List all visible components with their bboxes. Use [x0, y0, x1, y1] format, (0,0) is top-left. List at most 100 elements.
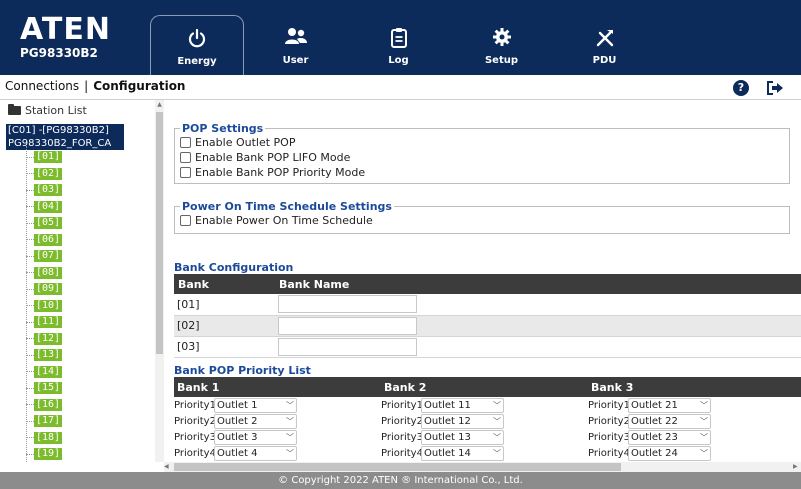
- checkbox[interactable]: [180, 167, 191, 178]
- breadcrumb-configuration[interactable]: Configuration: [93, 79, 185, 93]
- scroll-up-icon[interactable]: ▲: [155, 100, 164, 110]
- bank-name-input[interactable]: [278, 337, 417, 356]
- priority-cell: Priority1 Outlet 1 ﹀: [174, 397, 381, 413]
- outlet-select[interactable]: Outlet 23 ﹀: [628, 429, 711, 445]
- priority-cell: Priority4 Outlet 24 ﹀: [588, 445, 801, 461]
- station-list-title[interactable]: Station List: [8, 104, 87, 117]
- tools-icon: [553, 27, 656, 49]
- bank-pop-header: Bank 3: [588, 377, 801, 397]
- help-icon[interactable]: ?: [733, 80, 749, 96]
- checkbox[interactable]: [180, 137, 191, 148]
- outlet-select[interactable]: Outlet 4 ﹀: [214, 445, 297, 461]
- copyright-footer: © Copyright 2022 ATEN ® International Co…: [0, 472, 801, 489]
- sidebar-outlet-item[interactable]: [11]: [26, 314, 63, 331]
- top-header: ATEN PG98330B2 Energy User Log Setup PDU: [0, 0, 801, 75]
- priority-cell: Priority3 Outlet 3 ﹀: [174, 429, 381, 445]
- outlet-tag: [14]: [34, 365, 63, 378]
- bank-name-input[interactable]: [278, 316, 417, 335]
- device-label-line1: [C01] -[PG98330B2]: [6, 124, 124, 137]
- priority-label: Priority4: [174, 447, 216, 459]
- outlet-select-value: Outlet 1: [217, 399, 258, 411]
- outlet-select[interactable]: Outlet 14 ﹀: [421, 445, 504, 461]
- sidebar-outlet-item[interactable]: [15]: [26, 380, 63, 397]
- outlet-select-value: Outlet 24: [631, 447, 678, 459]
- bank-name-input[interactable]: [278, 295, 417, 314]
- device-node[interactable]: [C01] -[PG98330B2] PG98330B2_FOR_CA: [6, 124, 126, 150]
- bank-name-cell: [275, 315, 801, 337]
- sidebar-outlet-item[interactable]: [19]: [26, 446, 63, 462]
- tab-setup[interactable]: Setup: [450, 15, 553, 75]
- sidebar-outlet-item[interactable]: [07]: [26, 248, 63, 265]
- sidebar-outlet-item[interactable]: [05]: [26, 215, 63, 232]
- priority-label: Priority3: [174, 431, 216, 443]
- pop-settings-group: POP Settings Enable Outlet POP Enable Ban…: [174, 122, 790, 184]
- outlet-select[interactable]: Outlet 22 ﹀: [628, 413, 711, 429]
- tree-branch: [26, 404, 34, 406]
- tree-branch: [26, 305, 34, 307]
- col-bank-name: Bank Name: [275, 274, 801, 294]
- checkbox-label: Enable Bank POP Priority Mode: [195, 166, 366, 179]
- sidebar-scroll-thumb[interactable]: [156, 112, 163, 354]
- outlet-tag: [08]: [34, 266, 63, 279]
- outlet-tag: [12]: [34, 332, 63, 345]
- priority-label: Priority1: [588, 399, 630, 411]
- outlet-tag: [19]: [34, 448, 63, 461]
- sidebar-outlet-item[interactable]: [14]: [26, 364, 63, 381]
- checkbox[interactable]: [180, 152, 191, 163]
- sidebar-outlet-item[interactable]: [13]: [26, 347, 63, 364]
- sidebar-outlet-item[interactable]: [04]: [26, 199, 63, 216]
- outlet-select[interactable]: Outlet 13 ﹀: [421, 429, 504, 445]
- tab-energy[interactable]: Energy: [150, 15, 244, 75]
- pop-setting-option[interactable]: Enable Bank POP LIFO Mode: [180, 150, 789, 165]
- tab-log[interactable]: Log: [347, 15, 450, 75]
- power-on-option[interactable]: Enable Power On Time Schedule: [180, 213, 789, 228]
- outlet-select[interactable]: Outlet 3 ﹀: [214, 429, 297, 445]
- bank-config-title: Bank Configuration: [174, 261, 294, 274]
- station-list-label: Station List: [25, 104, 87, 117]
- sidebar-outlet-item[interactable]: [02]: [26, 166, 63, 183]
- sidebar-outlet-item[interactable]: [12]: [26, 331, 63, 348]
- priority-label: Priority2: [174, 415, 216, 427]
- chevron-down-icon: ﹀: [493, 400, 501, 410]
- content-scroll-thumb[interactable]: [174, 463, 621, 471]
- sidebar-outlet-item[interactable]: [06]: [26, 232, 63, 249]
- configuration-content: POP Settings Enable Outlet POP Enable Ban…: [164, 100, 801, 462]
- checkbox-label: Enable Power On Time Schedule: [195, 214, 373, 227]
- sidebar-outlet-item[interactable]: [17]: [26, 413, 63, 430]
- tab-pdu[interactable]: PDU: [553, 15, 656, 75]
- checkbox[interactable]: [180, 215, 191, 226]
- outlet-select[interactable]: Outlet 11 ﹀: [421, 397, 504, 413]
- sidebar-outlet-item[interactable]: [18]: [26, 430, 63, 447]
- tree-branch: [26, 272, 34, 274]
- pop-setting-option[interactable]: Enable Bank POP Priority Mode: [180, 165, 789, 180]
- outlet-select[interactable]: Outlet 2 ﹀: [214, 413, 297, 429]
- tab-user[interactable]: User: [244, 15, 347, 75]
- outlet-select-value: Outlet 4: [217, 447, 258, 459]
- breadcrumb-connections[interactable]: Connections: [5, 79, 79, 93]
- scroll-right-icon[interactable]: ▶: [793, 462, 801, 472]
- content-horizontal-scrollbar[interactable]: ◀ ▶: [164, 462, 801, 472]
- pop-setting-option[interactable]: Enable Outlet POP: [180, 135, 789, 150]
- sidebar-outlet-item[interactable]: [16]: [26, 397, 63, 414]
- outlet-select[interactable]: Outlet 1 ﹀: [214, 397, 297, 413]
- bank-pop-header: Bank 1: [174, 377, 381, 397]
- logo-wordmark: ATEN: [20, 12, 111, 47]
- tree-branch: [26, 453, 34, 455]
- outlet-tag: [13]: [34, 349, 63, 362]
- priority-cell: Priority1 Outlet 21 ﹀: [588, 397, 801, 413]
- sidebar-outlet-item[interactable]: [01]: [26, 149, 63, 166]
- outlet-select[interactable]: Outlet 21 ﹀: [628, 397, 711, 413]
- outlet-select[interactable]: Outlet 24 ﹀: [628, 445, 711, 461]
- bank-id-cell: [03]: [174, 336, 275, 358]
- priority-cell: Priority1 Outlet 11 ﹀: [381, 397, 588, 413]
- sidebar-scrollbar[interactable]: ▲: [155, 100, 164, 462]
- sidebar-outlet-item[interactable]: [10]: [26, 298, 63, 315]
- tab-user-label: User: [282, 55, 309, 66]
- scroll-left-icon[interactable]: ◀: [164, 462, 172, 472]
- sidebar-outlet-item[interactable]: [09]: [26, 281, 63, 298]
- logout-icon[interactable]: [766, 80, 784, 96]
- sidebar-outlet-item[interactable]: [08]: [26, 265, 63, 282]
- sidebar-outlet-item[interactable]: [03]: [26, 182, 63, 199]
- folder-icon: [8, 104, 21, 115]
- outlet-select[interactable]: Outlet 12 ﹀: [421, 413, 504, 429]
